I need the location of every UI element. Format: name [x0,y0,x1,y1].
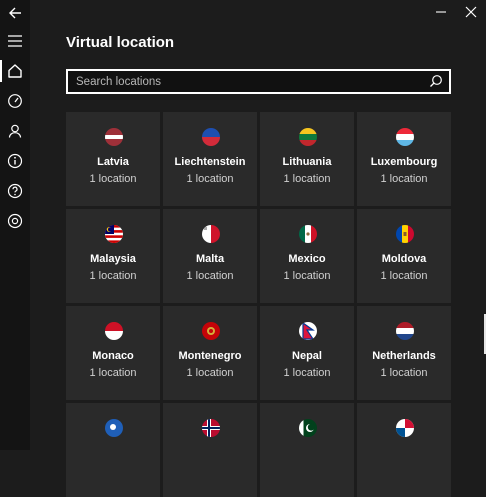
menu-button[interactable] [0,28,30,54]
location-tile-moldova[interactable]: Moldova 1 location [357,209,451,303]
location-count: 1 location [380,367,428,379]
hamburger-menu-icon [8,35,22,47]
mexico-flag-icon [299,225,317,243]
location-tile-partial[interactable] [357,403,451,497]
location-name: Luxembourg [370,156,438,168]
location-tile-netherlands[interactable]: Netherlands 1 location [357,306,451,400]
lithuania-flag-icon [299,128,317,146]
search-box[interactable] [66,69,451,94]
sidebar-item-info[interactable] [0,148,30,174]
location-name: Moldova [381,253,427,265]
location-name: Lithuania [282,156,332,168]
location-count: 1 location [186,367,234,379]
latvia-flag-icon [105,128,123,146]
sidebar-item-home[interactable] [0,58,30,84]
luxembourg-flag-icon [396,128,414,146]
moldova-flag-icon [396,225,414,243]
close-button[interactable] [456,0,486,24]
minimize-button[interactable] [426,0,456,24]
back-button[interactable] [0,0,30,26]
location-tile-lithuania[interactable]: Lithuania 1 location [260,112,354,206]
home-icon [8,64,22,78]
location-count: 1 location [283,367,331,379]
search-icon [430,75,442,87]
location-name: Malaysia [90,253,136,265]
location-count: 1 location [380,173,428,185]
location-count: 1 location [89,367,137,379]
monaco-flag-icon [105,322,123,340]
location-tile-partial[interactable] [66,403,160,497]
location-tile-monaco[interactable]: Monaco 1 location [66,306,160,400]
location-name: Montenegro [178,350,242,362]
location-count: 1 location [89,173,137,185]
help-icon [7,183,23,199]
sidebar-item-speed[interactable] [0,88,30,114]
location-tile-partial[interactable] [260,403,354,497]
netherlands-flag-icon [396,322,414,340]
location-tile-malta[interactable]: Malta 1 location [163,209,257,303]
liechtenstein-flag-icon [202,128,220,146]
back-arrow-icon [9,7,21,19]
location-tile-partial[interactable] [163,403,257,497]
nepal-flag-icon [299,322,317,340]
location-name: Latvia [97,156,129,168]
sidebar-item-settings[interactable] [0,208,30,234]
speedometer-icon [8,94,22,108]
sidebar-item-account[interactable] [0,118,30,144]
location-name: Mexico [288,253,326,265]
location-count: 1 location [283,270,331,282]
location-name: Netherlands [372,350,436,362]
malta-flag-icon [202,225,220,243]
location-tile-montenegro[interactable]: Montenegro 1 location [163,306,257,400]
montenegro-flag-icon [202,322,220,340]
user-icon [8,124,22,138]
pakistan-flag-icon [299,419,317,437]
page-title: Virtual location [66,34,175,51]
location-name: Malta [195,253,225,265]
location-tile-liechtenstein[interactable]: Liechtenstein 1 location [163,112,257,206]
location-name: Nepal [292,350,322,362]
minimize-icon [436,11,446,13]
gear-icon [7,213,23,229]
search-input[interactable] [76,71,426,92]
close-icon [465,6,477,18]
sidebar [0,0,30,450]
panama-flag-icon [396,419,414,437]
location-count: 1 location [186,173,234,185]
norway-flag-icon [202,419,220,437]
flag-icon [105,419,123,437]
location-count: 1 location [283,173,331,185]
location-count: 1 location [89,270,137,282]
location-tile-latvia[interactable]: Latvia 1 location [66,112,160,206]
location-tile-nepal[interactable]: Nepal 1 location [260,306,354,400]
location-tile-mexico[interactable]: Mexico 1 location [260,209,354,303]
location-count: 1 location [380,270,428,282]
malaysia-flag-icon [105,225,123,243]
location-count: 1 location [186,270,234,282]
location-name: Monaco [92,350,134,362]
location-name: Liechtenstein [174,156,246,168]
location-tile-malaysia[interactable]: Malaysia 1 location [66,209,160,303]
location-tile-luxembourg[interactable]: Luxembourg 1 location [357,112,451,206]
info-icon [7,153,23,169]
sidebar-item-help[interactable] [0,178,30,204]
